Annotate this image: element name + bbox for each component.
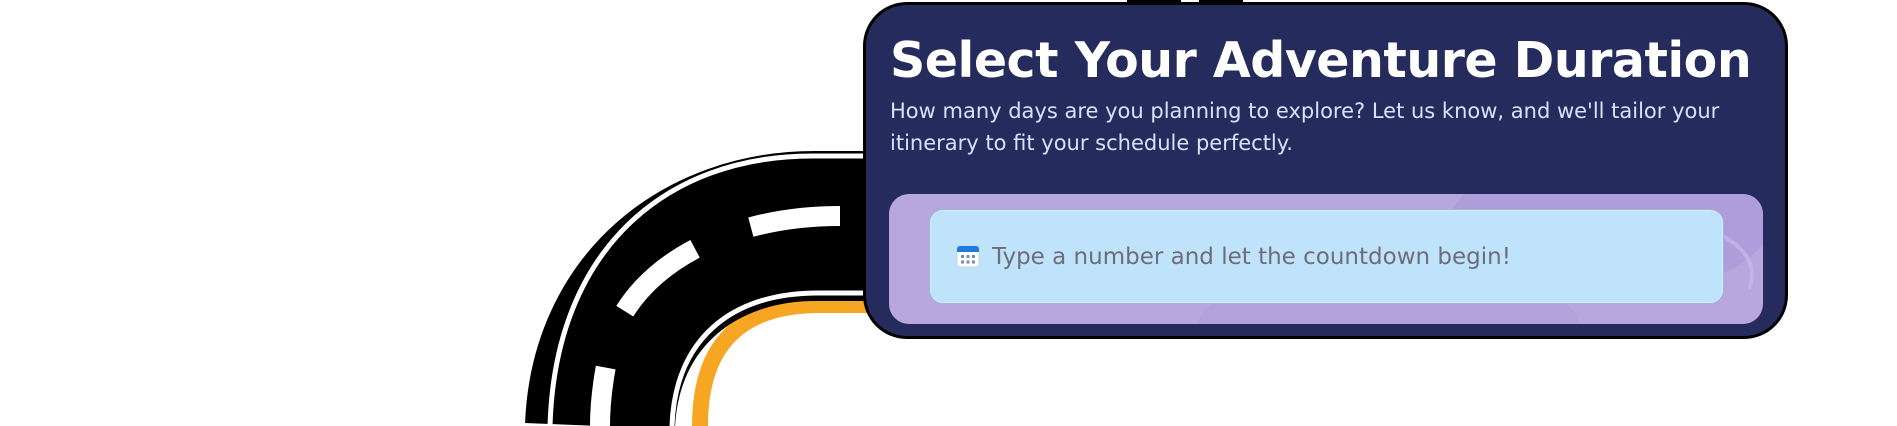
- calendar-icon: [956, 245, 980, 268]
- duration-card: Select Your Adventure Duration How many …: [863, 2, 1788, 339]
- duration-input-box[interactable]: [929, 209, 1724, 304]
- page-canvas: Select Your Adventure Duration How many …: [0, 0, 1897, 426]
- days-input[interactable]: [986, 210, 1706, 303]
- input-panel: [889, 194, 1763, 324]
- card-subtitle: How many days are you planning to explor…: [890, 99, 1720, 155]
- card-title: Select Your Adventure Duration: [890, 32, 1752, 89]
